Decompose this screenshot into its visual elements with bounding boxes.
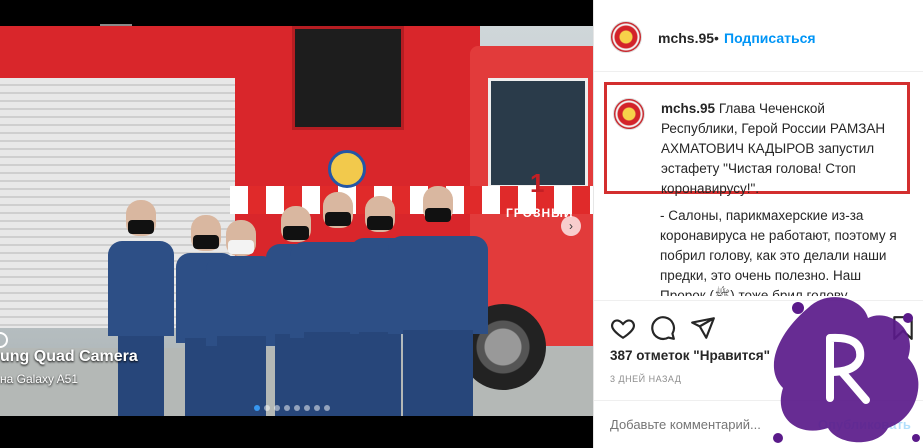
heart-icon[interactable] — [610, 315, 636, 341]
caption: mchs.95 Глава Чеченской Республики, Геро… — [661, 99, 903, 199]
comment-icon[interactable] — [650, 315, 676, 341]
carousel-dot[interactable] — [264, 405, 270, 411]
caption-avatar[interactable] — [613, 98, 645, 130]
likes-count[interactable]: 387 отметок "Нравится" — [610, 348, 770, 363]
caption-highlight: mchs.95 Глава Чеченской Республики, Геро… — [604, 82, 910, 196]
firefighter — [388, 178, 488, 416]
carousel-dot[interactable] — [284, 405, 290, 411]
caption-username[interactable]: mchs.95 — [661, 101, 715, 116]
carousel-dot[interactable] — [274, 405, 280, 411]
watermark-logo — [773, 297, 920, 443]
carousel-dot[interactable] — [254, 405, 260, 411]
header-username[interactable]: mchs.95 — [658, 30, 714, 46]
follow-button[interactable]: Подписаться — [724, 30, 816, 46]
truck-window — [292, 26, 404, 130]
share-icon[interactable] — [690, 315, 716, 341]
header-separator: • — [714, 30, 719, 46]
firefighter — [108, 186, 174, 416]
carousel-dot[interactable] — [324, 405, 330, 411]
carousel-dot[interactable] — [314, 405, 320, 411]
carousel-dot[interactable] — [294, 405, 300, 411]
camera-watermark-sub: на Galaxy A51 — [0, 372, 79, 386]
next-arrow-icon[interactable]: › — [561, 216, 581, 236]
camera-watermark: ung Quad Camera — [0, 348, 138, 365]
truck-number: 1 — [530, 168, 545, 198]
carousel-dots — [254, 405, 330, 411]
post-photo[interactable]: 1 ГРОЗНЫЙ ung Quad Camera на Galaxy A51 … — [0, 26, 593, 416]
bottom-strip — [0, 416, 593, 448]
post-date: 3 ДНЕЙ НАЗАД — [610, 374, 682, 384]
caption-continued: - Салоны, парикмахерские из-за коронавир… — [660, 208, 897, 296]
firefighters-group — [100, 156, 500, 416]
post-header: mchs.95 • Подписаться — [594, 0, 923, 72]
avatar[interactable] — [610, 21, 642, 53]
carousel-dot[interactable] — [304, 405, 310, 411]
camera-logo-icon — [0, 332, 8, 348]
